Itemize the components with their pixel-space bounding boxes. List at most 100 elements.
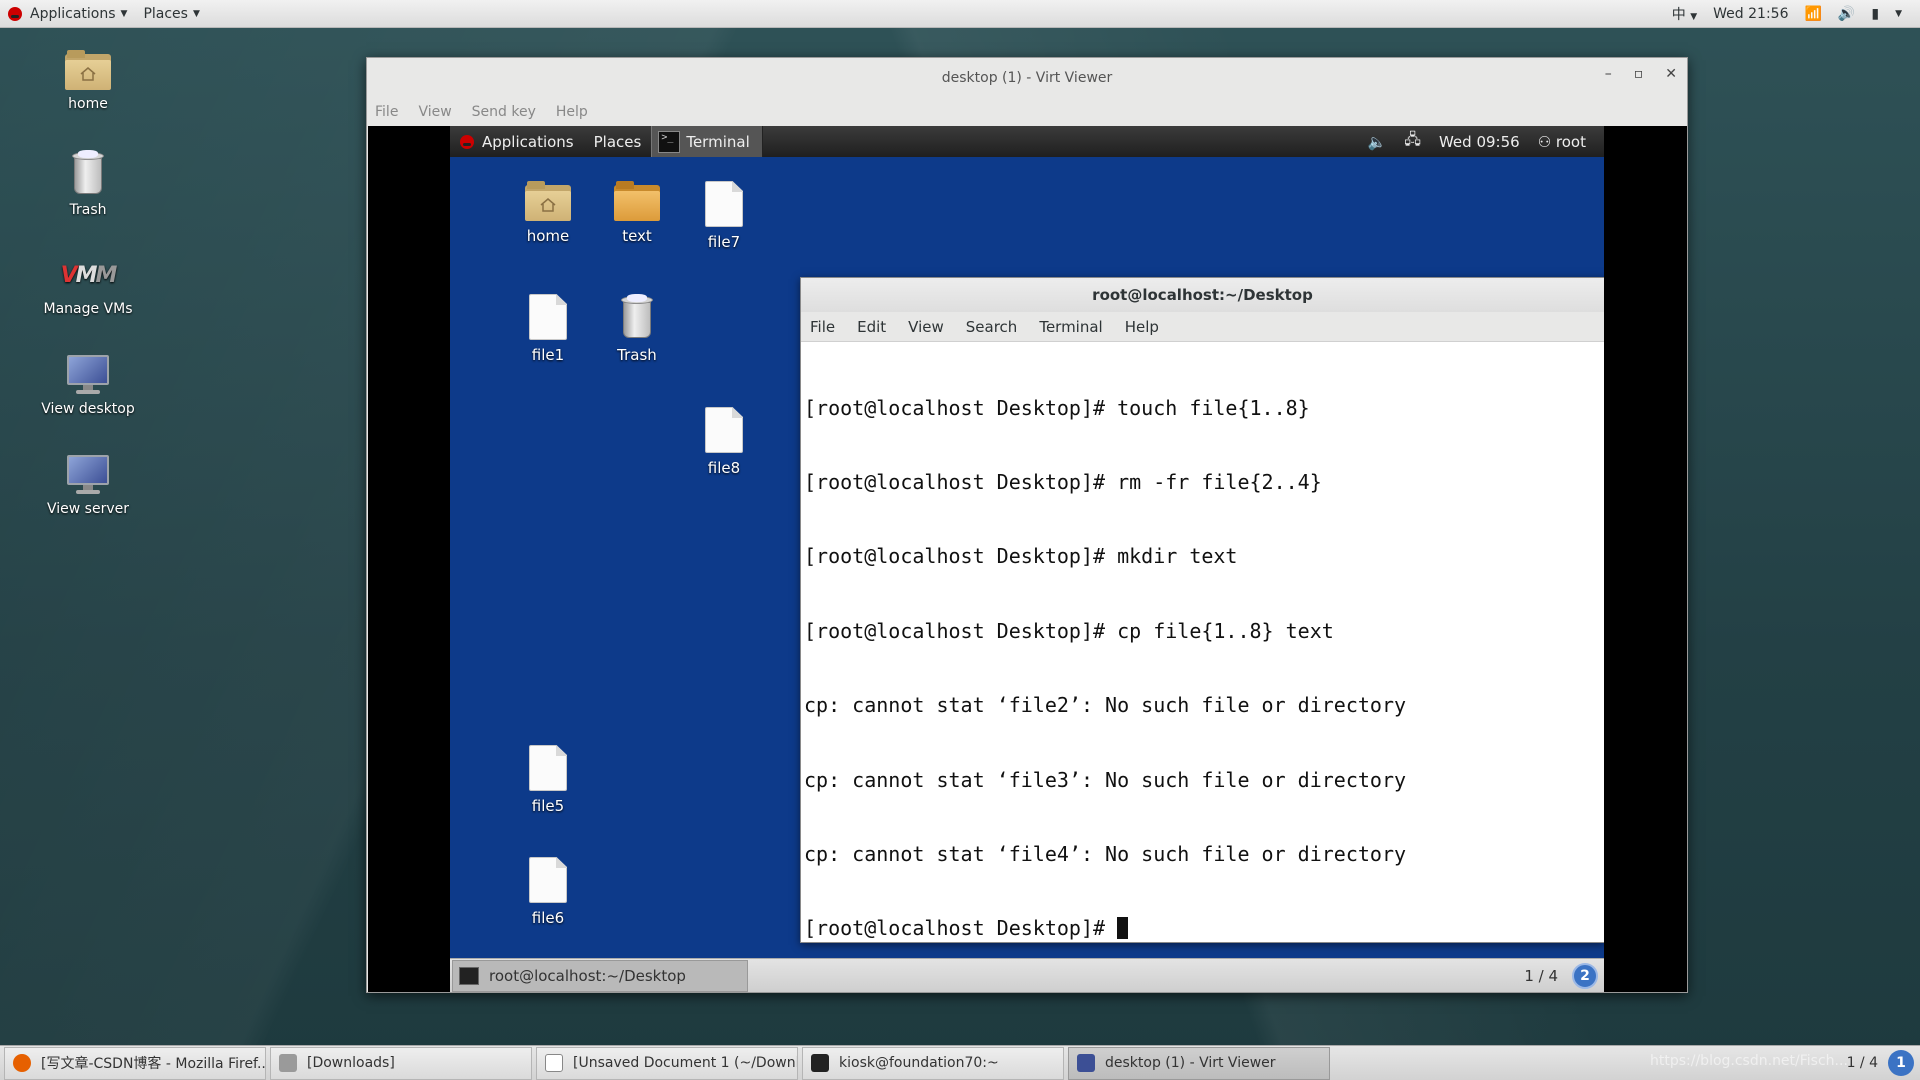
guest-desktop-icon-file1[interactable]: file1 <box>498 294 598 364</box>
window-title: desktop (1) - Virt Viewer <box>941 70 1113 86</box>
terminal-icon <box>811 1054 829 1072</box>
guest-notification-badge[interactable]: 2 <box>1572 962 1598 989</box>
monitor-icon <box>67 355 109 395</box>
terminal-line: [root@localhost Desktop]# rm -fr file{2.… <box>804 469 1322 494</box>
minimize-icon[interactable]: – <box>1605 66 1612 82</box>
terminal-titlebar[interactable]: root@localhost:~/Desktop <box>801 278 1604 312</box>
guest-desktop-icon-file5[interactable]: file5 <box>498 745 598 815</box>
guest-desktop-icon-file6[interactable]: file6 <box>498 857 598 927</box>
host-places-menu[interactable]: Places ▼ <box>135 0 207 28</box>
taskbar-item-label: desktop (1) - Virt Viewer <box>1105 1055 1276 1071</box>
network-icon[interactable]: 🖧 <box>1404 129 1421 154</box>
input-method-indicator[interactable]: 中 ▼ <box>1672 4 1697 24</box>
host-taskbar: [写文章-CSDN博客 - Mozilla Firef... [Download… <box>0 1045 1920 1080</box>
host-applications-menu[interactable]: Applications ▼ <box>0 0 135 28</box>
volume-icon[interactable]: 🔈 <box>1368 133 1387 151</box>
guest-applications-menu[interactable]: Applications <box>450 133 584 151</box>
terminal-window[interactable]: root@localhost:~/Desktop File Edit View … <box>800 277 1604 943</box>
menu-file[interactable]: File <box>375 104 398 120</box>
guest-user-menu[interactable]: ⚇ root <box>1538 133 1586 151</box>
wifi-icon[interactable]: 📶 <box>1804 6 1821 22</box>
terminal-title: root@localhost:~/Desktop <box>1092 286 1313 304</box>
terminal-menu-file[interactable]: File <box>810 318 835 336</box>
taskbar-item-label: kiosk@foundation70:~ <box>839 1055 999 1071</box>
taskbar-item-text-editor[interactable]: [Unsaved Document 1 (~/Downlo... <box>536 1046 798 1080</box>
guest-taskbar-item-terminal[interactable]: root@localhost:~/Desktop <box>452 959 748 992</box>
host-desktop-icon-view-desktop[interactable]: View desktop <box>28 355 148 417</box>
terminal-line: cp: cannot stat ‘file2’: No such file or… <box>804 693 1407 718</box>
watermark-text: https://blog.csdn.net/Fisch... <box>1650 1053 1848 1069</box>
user-icon: ⚇ <box>1537 132 1552 151</box>
host-top-panel: Applications ▼ Places ▼ 中 ▼ Wed 21:56 📶 … <box>0 0 1920 28</box>
guest-desktop[interactable]: Applications Places >_ Terminal 🔈 🖧 Wed … <box>450 126 1604 992</box>
home-folder-icon <box>525 181 571 221</box>
desktop-icon-label: Trash <box>617 346 657 364</box>
taskbar-item-label: [写文章-CSDN博客 - Mozilla Firef... <box>41 1056 266 1072</box>
host-desktop-icon-manage-vms[interactable]: VMM Manage VMs <box>28 255 148 318</box>
terminal-menu-view[interactable]: View <box>908 318 944 336</box>
file-icon <box>705 181 743 227</box>
virt-viewer-titlebar[interactable]: desktop (1) - Virt Viewer – ▫ ✕ <box>367 58 1687 98</box>
file-icon <box>529 294 567 340</box>
guest-places-menu[interactable]: Places <box>584 133 652 151</box>
guest-clock[interactable]: Wed 09:56 <box>1439 133 1520 151</box>
menu-send-key[interactable]: Send key <box>472 104 536 120</box>
desktop-icon-label: Trash <box>69 202 107 218</box>
battery-icon[interactable]: ▮ <box>1871 6 1879 22</box>
guest-workspace-pager[interactable]: 1 / 4 <box>1524 967 1558 985</box>
taskbar-item-downloads[interactable]: [Downloads] <box>270 1046 532 1080</box>
host-clock[interactable]: Wed 21:56 <box>1713 6 1788 22</box>
file-icon <box>529 745 567 791</box>
virt-viewer-menubar: File View Send key Help <box>367 98 1687 126</box>
guest-desktop-icon-home[interactable]: home <box>498 181 598 245</box>
guest-places-label: Places <box>593 132 642 151</box>
terminal-menu-search[interactable]: Search <box>966 318 1018 336</box>
desktop-icon-label: file8 <box>707 459 741 477</box>
menu-help[interactable]: Help <box>556 104 588 120</box>
virt-viewer-window: desktop (1) - Virt Viewer – ▫ ✕ File Vie… <box>366 57 1688 993</box>
taskbar-item-firefox[interactable]: [写文章-CSDN博客 - Mozilla Firef... <box>4 1046 266 1080</box>
desktop-icon-label: file7 <box>707 233 741 251</box>
terminal-line: cp: cannot stat ‘file3’: No such file or… <box>804 767 1407 792</box>
taskbar-item-terminal[interactable]: kiosk@foundation70:~ <box>802 1046 1064 1080</box>
guest-desktop-icon-text[interactable]: text <box>587 181 687 245</box>
menu-view[interactable]: View <box>418 104 451 120</box>
firefox-icon <box>13 1054 31 1072</box>
host-notification-badge[interactable]: 1 <box>1888 1050 1914 1076</box>
vm-logo-icon: VMM <box>60 262 118 288</box>
maximize-icon[interactable]: ▫ <box>1634 66 1644 82</box>
folder-icon <box>614 181 660 221</box>
desktop-icon-label: home <box>68 96 108 112</box>
chevron-down-icon[interactable]: ▼ <box>1895 9 1902 19</box>
guest-desktop-icon-file8[interactable]: file8 <box>674 407 774 477</box>
terminal-menu-terminal[interactable]: Terminal <box>1039 318 1102 336</box>
guest-desktop-icon-file7[interactable]: file7 <box>674 181 774 251</box>
chevron-down-icon: ▼ <box>120 8 128 19</box>
taskbar-item-label: [Downloads] <box>307 1055 395 1071</box>
volume-icon[interactable]: 🔊 <box>1838 6 1855 22</box>
host-desktop-icon-home[interactable]: home <box>28 50 148 112</box>
terminal-menu-edit[interactable]: Edit <box>857 318 886 336</box>
terminal-menu-help[interactable]: Help <box>1125 318 1159 336</box>
trash-icon <box>619 294 655 340</box>
close-icon[interactable]: ✕ <box>1665 66 1677 82</box>
terminal-icon <box>459 966 479 985</box>
vm-display[interactable]: Applications Places >_ Terminal 🔈 🖧 Wed … <box>368 126 1687 992</box>
redhat-icon <box>8 6 22 21</box>
desktop-icon-label: text <box>622 227 652 245</box>
host-desktop-icon-view-server[interactable]: View server <box>28 455 148 517</box>
host-workspace-pager[interactable]: 1 / 4 <box>1847 1055 1878 1071</box>
guest-desktop-icon-trash[interactable]: Trash <box>587 294 687 364</box>
guest-applications-label: Applications <box>482 132 574 151</box>
desktop-icon-label: View desktop <box>41 401 135 417</box>
terminal-prompt-line[interactable]: [root@localhost Desktop]# <box>804 916 1601 941</box>
host-desktop-icon-trash[interactable]: Trash <box>28 150 148 218</box>
host-places-label: Places <box>143 5 188 22</box>
guest-terminal-label: Terminal <box>686 132 750 151</box>
guest-terminal-launcher[interactable]: >_ Terminal <box>651 126 763 157</box>
taskbar-item-virt-viewer[interactable]: desktop (1) - Virt Viewer <box>1068 1046 1330 1080</box>
virt-viewer-icon <box>1077 1054 1095 1072</box>
desktop-icon-label: file5 <box>531 797 565 815</box>
terminal-output[interactable]: [root@localhost Desktop]# touch file{1..… <box>801 342 1604 992</box>
terminal-line: [root@localhost Desktop]# mkdir text <box>804 544 1238 569</box>
